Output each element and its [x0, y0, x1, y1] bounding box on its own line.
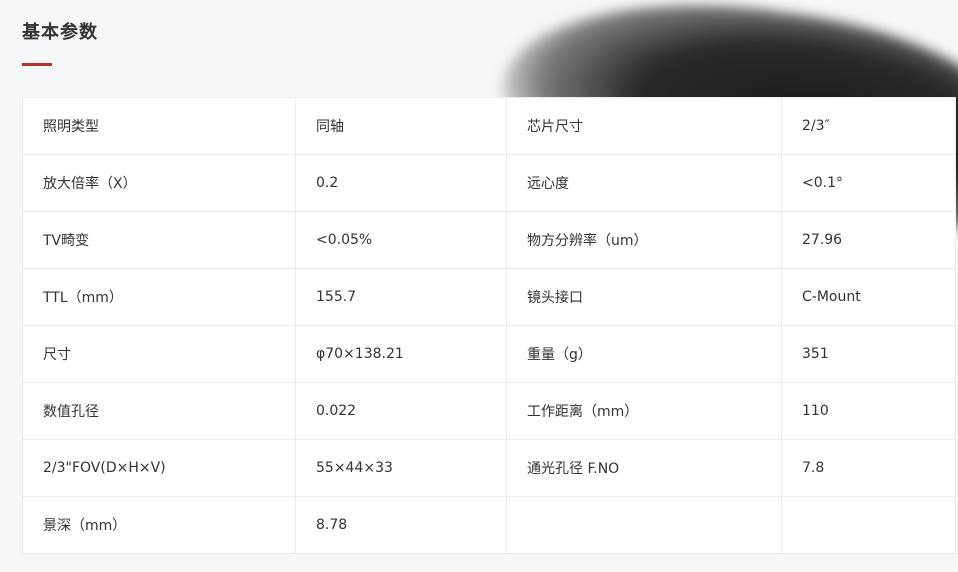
section-title: 基本参数 [22, 22, 98, 43]
title-accent-underline [22, 63, 52, 66]
spec-value: 351 [781, 325, 956, 383]
spec-value: 155.7 [295, 268, 507, 326]
table-row: 景深（mm） 8.78 [22, 496, 956, 554]
spec-label: 工作距离（mm） [506, 382, 782, 440]
spec-label: 景深（mm） [22, 496, 296, 554]
table-row: TV畸变 <0.05% 物方分辨率（um） 27.96 [22, 211, 956, 269]
spec-value: 0.022 [295, 382, 507, 440]
spec-table: 照明类型 同轴 芯片尺寸 2/3″ 放大倍率（X） 0.2 远心度 <0.1° … [22, 97, 956, 554]
spec-label-empty [506, 496, 782, 554]
table-row: 放大倍率（X） 0.2 远心度 <0.1° [22, 154, 956, 212]
spec-value: C-Mount [781, 268, 956, 326]
spec-label: TV畸变 [22, 211, 296, 269]
spec-label: 物方分辨率（um） [506, 211, 782, 269]
spec-label: 2/3"FOV(D×H×V) [22, 439, 296, 497]
spec-value: <0.05% [295, 211, 507, 269]
spec-label: 照明类型 [22, 97, 296, 155]
spec-label: 放大倍率（X） [22, 154, 296, 212]
spec-label: 远心度 [506, 154, 782, 212]
table-row: 照明类型 同轴 芯片尺寸 2/3″ [22, 97, 956, 155]
spec-value: 2/3″ [781, 97, 956, 155]
spec-value: <0.1° [781, 154, 956, 212]
spec-value-empty [781, 496, 956, 554]
spec-value: 同轴 [295, 97, 507, 155]
spec-label: TTL（mm） [22, 268, 296, 326]
spec-value: 55×44×33 [295, 439, 507, 497]
spec-value: 110 [781, 382, 956, 440]
spec-label: 重量（g） [506, 325, 782, 383]
spec-label: 镜头接口 [506, 268, 782, 326]
spec-label: 尺寸 [22, 325, 296, 383]
spec-value: φ70×138.21 [295, 325, 507, 383]
spec-value: 27.96 [781, 211, 956, 269]
table-row: 尺寸 φ70×138.21 重量（g） 351 [22, 325, 956, 383]
spec-label: 芯片尺寸 [506, 97, 782, 155]
table-row: 数值孔径 0.022 工作距离（mm） 110 [22, 382, 956, 440]
spec-label: 数值孔径 [22, 382, 296, 440]
table-row: 2/3"FOV(D×H×V) 55×44×33 通光孔径 F.NO 7.8 [22, 439, 956, 497]
spec-value: 0.2 [295, 154, 507, 212]
spec-value: 7.8 [781, 439, 956, 497]
spec-value: 8.78 [295, 496, 507, 554]
spec-label: 通光孔径 F.NO [506, 439, 782, 497]
table-row: TTL（mm） 155.7 镜头接口 C-Mount [22, 268, 956, 326]
